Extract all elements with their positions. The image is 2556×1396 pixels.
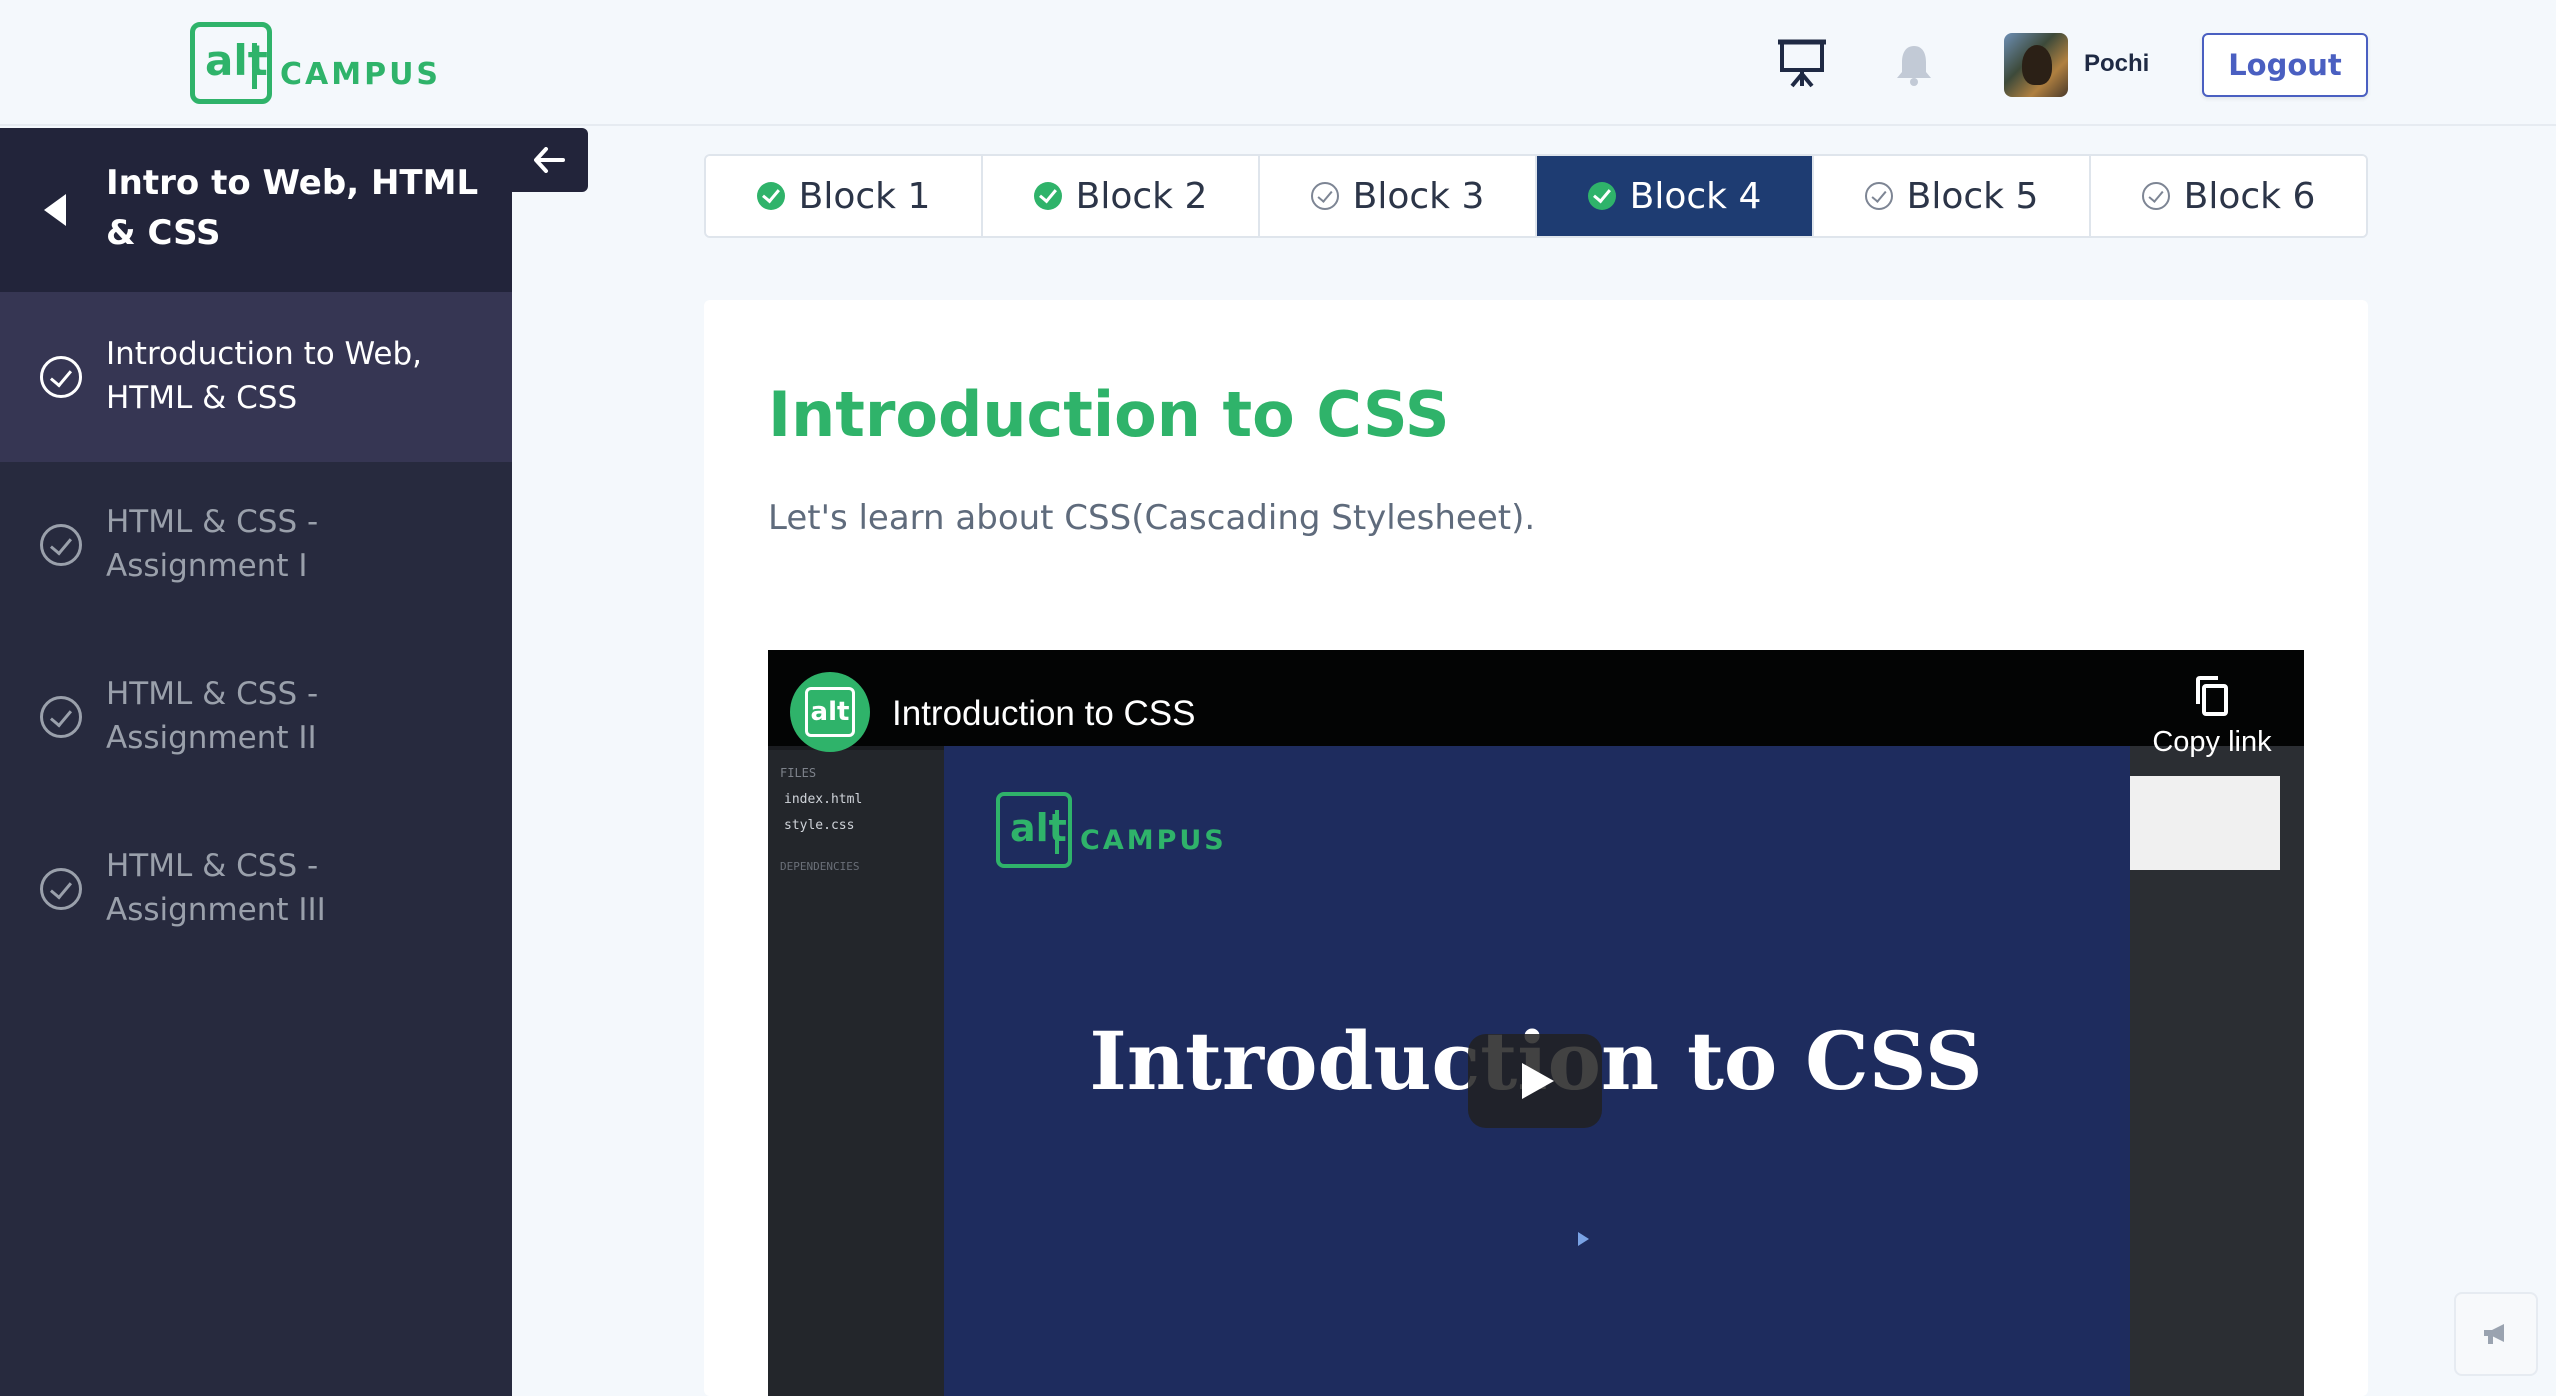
channel-avatar-text: alt xyxy=(805,687,855,737)
copy-link-button[interactable]: Copy link xyxy=(2142,674,2282,759)
sidebar-item-label: HTML & CSS - Assignment III xyxy=(106,848,326,928)
check-outline-icon xyxy=(2141,182,2170,210)
slide-logo-mark-text: alt xyxy=(1010,806,1067,850)
channel-avatar[interactable]: alt xyxy=(790,672,870,752)
mouse-cursor-icon xyxy=(1578,1232,1589,1246)
arrow-left-icon xyxy=(534,147,565,173)
tab-label: Block 4 xyxy=(1629,175,1762,217)
tab-block-4[interactable]: Block 4 xyxy=(1537,156,1814,236)
tab-block-6[interactable]: Block 6 xyxy=(2091,156,2366,236)
notification-bell-icon[interactable] xyxy=(1894,42,1934,90)
sidebar-item-assignment-1[interactable]: HTML & CSS - Assignment I xyxy=(0,462,512,632)
sidebar-header[interactable]: Intro to Web, HTML & CSS xyxy=(0,128,512,292)
check-circle-icon xyxy=(40,868,82,910)
tab-label: Block 2 xyxy=(1075,175,1208,217)
block-tabs: Block 1 Block 2 Block 3 Block 4 Block 5 … xyxy=(704,154,2368,238)
check-circle-icon xyxy=(40,696,82,738)
sidebar-item-introduction[interactable]: Introduction to Web, HTML & CSS xyxy=(0,292,512,462)
logo-mark: alt xyxy=(190,22,272,104)
feedback-button[interactable] xyxy=(2454,1292,2538,1376)
top-header: alt CAMPUS Pochi Logout xyxy=(0,0,2556,126)
collapse-sidebar-button[interactable] xyxy=(512,128,588,192)
course-sidebar: Intro to Web, HTML & CSS Introduction to… xyxy=(0,128,512,1396)
tab-label: Block 5 xyxy=(1906,175,2039,217)
tab-block-2[interactable]: Block 2 xyxy=(983,156,1260,236)
slide-logo-wordmark: CAMPUS xyxy=(1080,824,1227,856)
video-title[interactable]: Introduction to CSS xyxy=(892,694,1196,734)
logo-mark-text: alt xyxy=(205,36,268,85)
tab-label: Block 6 xyxy=(2183,175,2316,217)
play-button[interactable] xyxy=(1468,1034,1602,1128)
copy-icon xyxy=(2196,676,2228,716)
video-file-index: index.html xyxy=(784,792,863,807)
check-circle-icon xyxy=(40,356,82,398)
logout-button[interactable]: Logout xyxy=(2202,33,2368,97)
tab-block-1[interactable]: Block 1 xyxy=(706,156,983,236)
user-avatar[interactable] xyxy=(2004,33,2068,97)
tab-label: Block 3 xyxy=(1352,175,1485,217)
page-description: Let's learn about CSS(Cascading Styleshe… xyxy=(768,498,1536,538)
username[interactable]: Pochi xyxy=(2084,50,2149,78)
page-title: Introduction to CSS xyxy=(768,378,1450,451)
check-outline-icon xyxy=(1864,182,1893,210)
presentation-icon[interactable] xyxy=(1778,38,1826,92)
sidebar-item-label: HTML & CSS - Assignment II xyxy=(106,676,319,756)
check-done-icon xyxy=(756,182,785,210)
sidebar-item-label: HTML & CSS - Assignment I xyxy=(106,504,319,584)
megaphone-icon xyxy=(2484,1324,2504,1344)
check-done-icon xyxy=(1587,182,1616,210)
logo-wordmark: CAMPUS xyxy=(280,56,442,92)
sidebar-item-assignment-3[interactable]: HTML & CSS - Assignment III xyxy=(0,806,512,976)
tab-label: Block 1 xyxy=(798,175,931,217)
check-outline-icon xyxy=(1310,182,1339,210)
video-dependencies-label: DEPENDENCIES xyxy=(780,860,860,873)
check-done-icon xyxy=(1033,182,1062,210)
video-file-style: style.css xyxy=(784,818,855,833)
copy-link-label: Copy link xyxy=(2152,726,2272,758)
altcampus-logo[interactable]: alt CAMPUS xyxy=(190,22,441,104)
sidebar-title: Intro to Web, HTML & CSS xyxy=(106,163,479,253)
video-preview-pane xyxy=(2130,776,2280,870)
tab-block-3[interactable]: Block 3 xyxy=(1260,156,1537,236)
sidebar-item-label: Introduction to Web, HTML & CSS xyxy=(106,336,422,416)
sidebar-item-assignment-2[interactable]: HTML & CSS - Assignment II xyxy=(0,634,512,804)
slide-logo-mark: alt xyxy=(996,792,1072,868)
back-arrow-icon[interactable] xyxy=(44,194,66,226)
slide-logo: alt CAMPUS xyxy=(996,792,1227,868)
video-files-label: FILES xyxy=(780,766,817,780)
check-circle-icon xyxy=(40,524,82,566)
tab-block-5[interactable]: Block 5 xyxy=(1814,156,2091,236)
